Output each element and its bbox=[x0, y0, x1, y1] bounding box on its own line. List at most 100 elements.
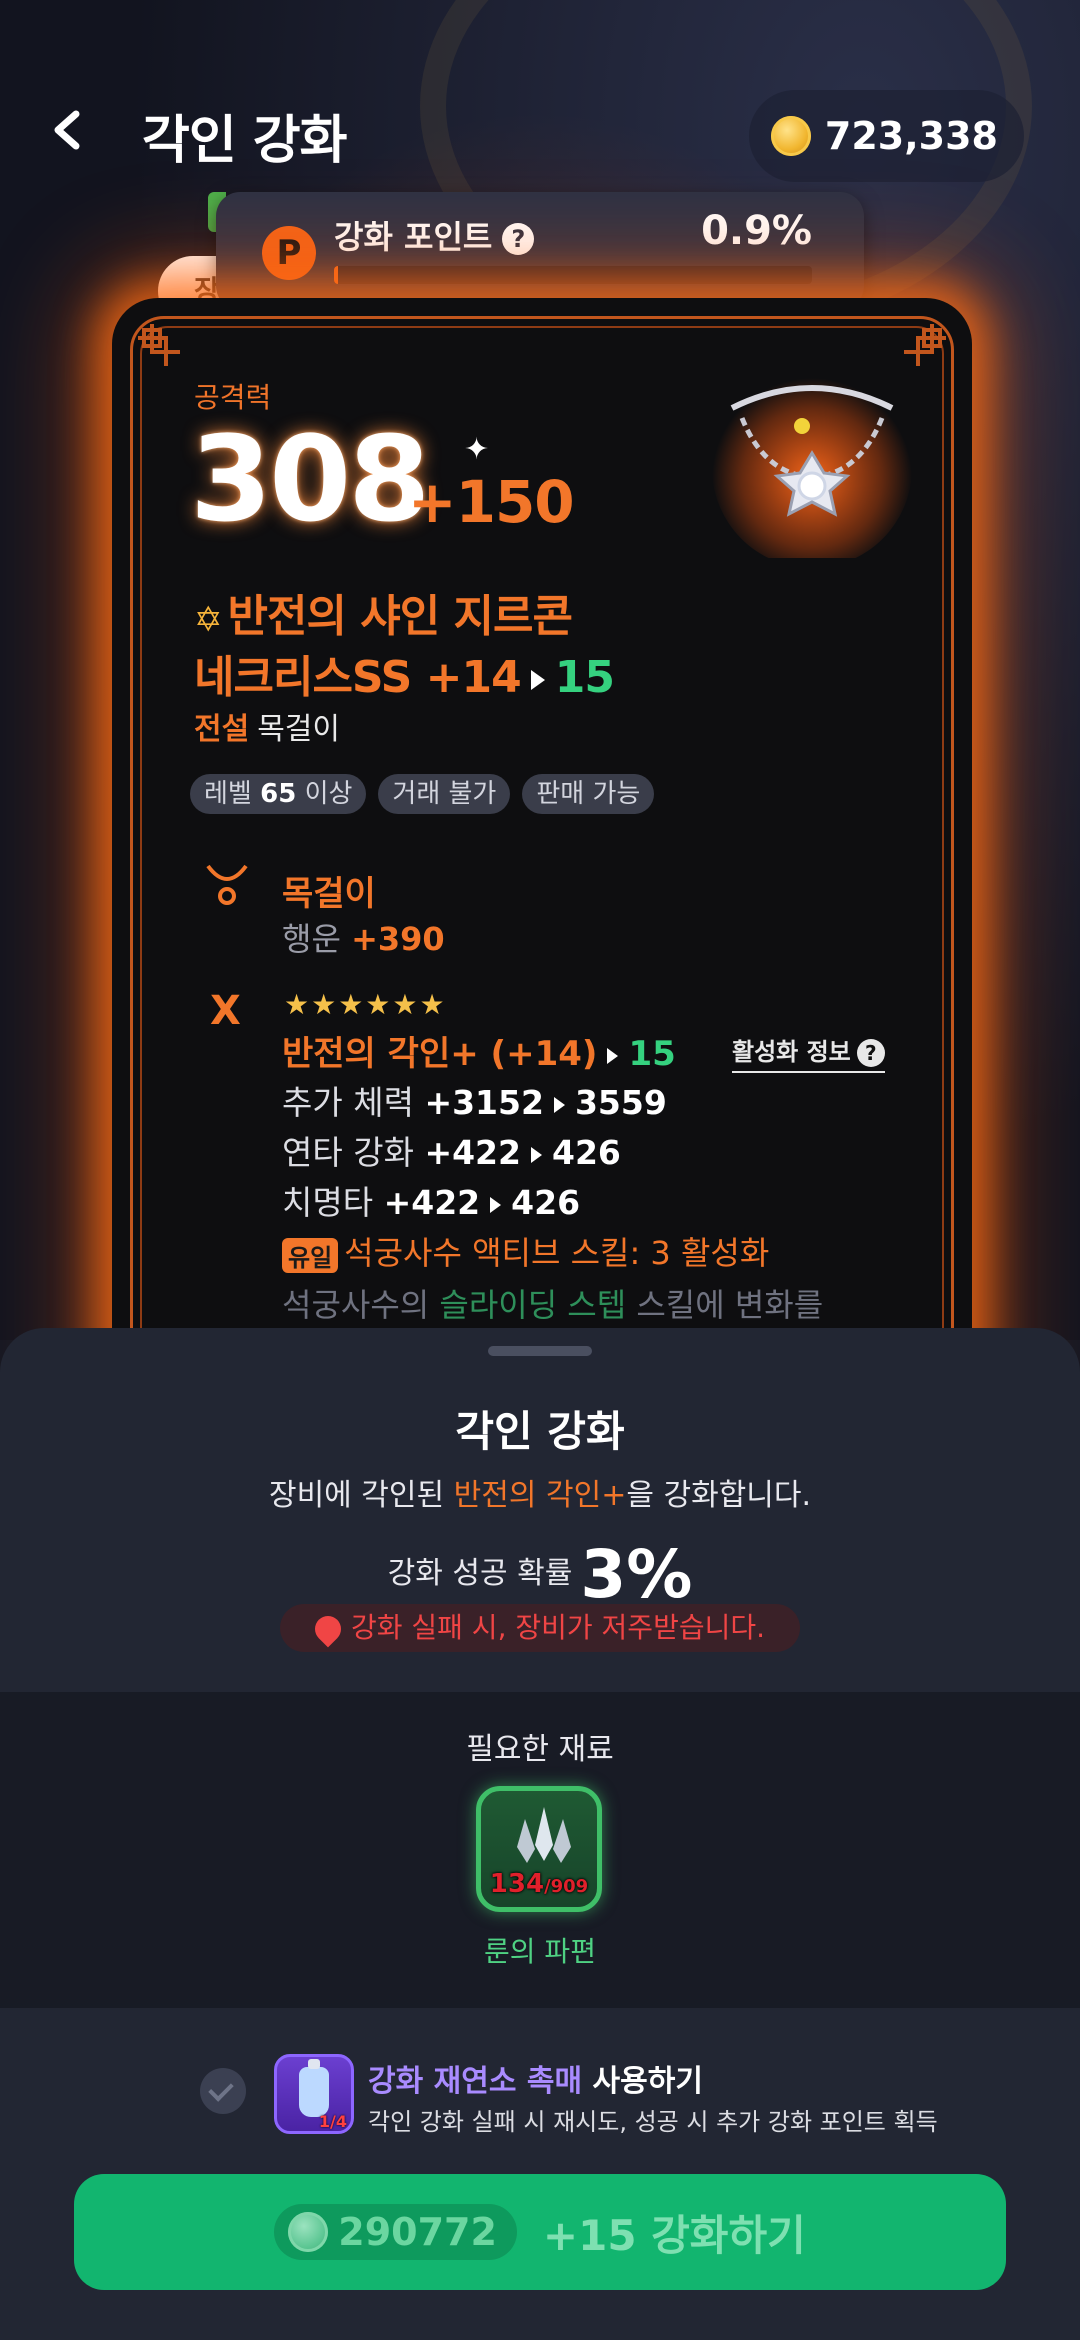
chip-level-suffix: 이상 bbox=[304, 779, 353, 809]
sparkle-icon: ✦ bbox=[464, 432, 490, 467]
engrave-title: 반전의 각인+ (+14) 15 bbox=[282, 1026, 676, 1075]
unique-text: 석궁사수 액티브 스킬: 3 활성화 bbox=[344, 1234, 770, 1272]
arrow-right-icon bbox=[530, 670, 545, 690]
material-slot[interactable]: 134/909 bbox=[476, 1786, 602, 1912]
star-icon: ✡ bbox=[194, 600, 222, 640]
material-owned: 134 bbox=[489, 1869, 545, 1899]
enhance-cost: 290772 bbox=[274, 2204, 517, 2260]
item-next-level: 15 bbox=[554, 652, 615, 703]
trade-chip: 거래 불가 bbox=[378, 774, 511, 814]
stat-to: 426 bbox=[511, 1183, 581, 1222]
level-requirement-chip: 레벨 65 이상 bbox=[190, 774, 367, 814]
warning-text: 강화 실패 시, 장비가 저주받습니다. bbox=[350, 1611, 766, 1644]
slot-stat-value: +390 bbox=[351, 920, 445, 958]
curse-icon bbox=[309, 1610, 347, 1648]
coin-amount: 723,338 bbox=[824, 114, 998, 158]
required-materials: 필요한 재료 134/909 룬의 파편 bbox=[0, 1692, 1080, 2008]
catalyst-count: 1/4 bbox=[318, 2112, 347, 2131]
bottle-icon bbox=[299, 2059, 329, 2117]
help-icon[interactable]: ? bbox=[502, 223, 535, 255]
unique-badge: 유일 bbox=[282, 1237, 339, 1273]
top-bar: 각인 강화 723,338 bbox=[0, 70, 1080, 190]
enhance-bottom-sheet: 각인 강화 장비에 각인된 반전의 각인+을 강화합니다. 강화 성공 확률 3%… bbox=[0, 1328, 1080, 2340]
catalyst-use: 사용하기 bbox=[592, 2064, 703, 2099]
points-p-icon: P bbox=[262, 226, 316, 280]
chip-level-num: 65 bbox=[260, 779, 297, 809]
material-needed: /909 bbox=[544, 1876, 589, 1897]
attack-bonus: +150 bbox=[408, 468, 575, 536]
probability-label: 강화 성공 확률 bbox=[387, 1556, 573, 1591]
item-card: 공격력 308 ✦ +150 ✡ 반전의 샤인 지르콘 네크리스SS +14 15 … bbox=[112, 298, 972, 1398]
catalyst-description: 각인 강화 실패 시 재시도, 성공 시 추가 강화 포인트 획득 bbox=[368, 2108, 938, 2136]
engrave-x-icon: X bbox=[210, 988, 241, 1034]
points-progress-bar bbox=[334, 266, 812, 284]
unique-effect: 유일 석궁사수 액티브 스킬: 3 활성화 bbox=[282, 1228, 769, 1274]
grade-line: 전설 목걸이 bbox=[194, 704, 340, 748]
arrow-right-icon bbox=[607, 1047, 619, 1064]
desc-highlight: 반전의 각인+ bbox=[453, 1478, 627, 1513]
engrave-title-text: 반전의 각인+ (+14) bbox=[282, 1034, 598, 1074]
stat-row: 연타 강화 +422 426 bbox=[282, 1126, 621, 1174]
effect-description: 석궁사수의 슬라이딩 스텝 스킬에 변화를 bbox=[282, 1280, 823, 1326]
sheet-title: 각인 강화 bbox=[455, 1407, 625, 1456]
stat-row: 치명타 +422 426 bbox=[282, 1176, 580, 1224]
slot-stat-label: 행운 bbox=[282, 920, 341, 958]
stat-to: 3559 bbox=[574, 1083, 667, 1122]
gold-coin-icon bbox=[288, 2212, 329, 2252]
points-label-wrap: 강화 포인트? bbox=[334, 212, 535, 258]
catalyst-item-icon: 1/4 bbox=[274, 2054, 354, 2134]
catalyst-checkbox[interactable] bbox=[200, 2068, 246, 2114]
stat-from: +3152 bbox=[424, 1083, 544, 1122]
desc-prefix: 석궁사수의 bbox=[282, 1286, 430, 1324]
stat-row: 추가 체력 +3152 3559 bbox=[282, 1076, 667, 1124]
item-tags: 레벨 65 이상 거래 불가 판매 가능 bbox=[190, 774, 655, 814]
item-grade: 전설 bbox=[194, 712, 250, 747]
stat-from: +422 bbox=[383, 1183, 481, 1222]
probability-value: 3% bbox=[580, 1536, 693, 1613]
curse-warning: 강화 실패 시, 장비가 저주받습니다. bbox=[280, 1604, 800, 1652]
enhance-button[interactable]: 290772 +15 강화하기 bbox=[74, 2174, 1006, 2290]
attack-value: 308 bbox=[190, 410, 430, 548]
item-name: ✡ 반전의 샤인 지르콘 네크리스SS +14 15 bbox=[194, 588, 615, 707]
points-progress-fill bbox=[334, 266, 339, 284]
desc-prefix: 장비에 각인된 bbox=[268, 1478, 445, 1513]
necklace-item-image bbox=[712, 368, 912, 558]
catalyst-name: 강화 재연소 촉매 bbox=[368, 2064, 583, 2099]
enhance-cost-value: 290772 bbox=[338, 2210, 497, 2254]
points-percent: 0.9% bbox=[701, 208, 812, 254]
sheet-description: 장비에 각인된 반전의 각인+을 강화합니다. bbox=[0, 1470, 1080, 1514]
arrow-right-icon bbox=[530, 1146, 542, 1163]
stat-label: 치명타 bbox=[282, 1183, 374, 1222]
stat-label: 추가 체력 bbox=[282, 1083, 414, 1122]
engrave-next: 15 bbox=[628, 1034, 676, 1074]
desc-suffix: 을 강화합니다. bbox=[626, 1478, 812, 1513]
page-title: 각인 강화 bbox=[142, 111, 347, 171]
item-type: 목걸이 bbox=[257, 712, 341, 747]
item-name-line2: 네크리스SS +14 bbox=[194, 652, 522, 703]
sheet-grabber[interactable] bbox=[488, 1346, 592, 1356]
materials-title: 필요한 재료 bbox=[466, 1732, 614, 1767]
necklace-slot-icon bbox=[206, 864, 248, 905]
catalyst-title: 강화 재연소 촉매 사용하기 bbox=[368, 2056, 703, 2100]
enhance-button-label: +15 강화하기 bbox=[542, 2210, 806, 2260]
chip-level-prefix: 레벨 bbox=[204, 779, 252, 809]
points-label: 강화 포인트 bbox=[334, 218, 493, 256]
stat-to: 426 bbox=[551, 1133, 621, 1172]
engrave-stars: ★★★★★★ bbox=[284, 988, 447, 1021]
material-name: 룬의 파편 bbox=[484, 1935, 596, 1968]
stat-label: 연타 강화 bbox=[282, 1133, 414, 1172]
back-arrow-icon[interactable] bbox=[48, 110, 88, 150]
slot-title: 목걸이 bbox=[282, 874, 376, 914]
enhance-points-panel: P 강화 포인트? 0.9% bbox=[216, 192, 864, 310]
coin-balance: 723,338 bbox=[748, 90, 1024, 182]
slot-stat: 행운 +390 bbox=[282, 914, 445, 960]
activation-info-label: 활성화 정보 bbox=[732, 1038, 851, 1066]
desc-skill: 슬라이딩 스텝 bbox=[439, 1286, 627, 1324]
desc-suffix: 스킬에 변화를 bbox=[636, 1286, 824, 1324]
activation-info-link[interactable]: 활성화 정보? bbox=[732, 1032, 885, 1073]
stat-from: +422 bbox=[424, 1133, 521, 1172]
arrow-right-icon bbox=[490, 1196, 502, 1213]
help-icon: ? bbox=[856, 1039, 885, 1067]
ornament-knot-icon bbox=[138, 324, 180, 366]
arrow-right-icon bbox=[553, 1096, 565, 1113]
